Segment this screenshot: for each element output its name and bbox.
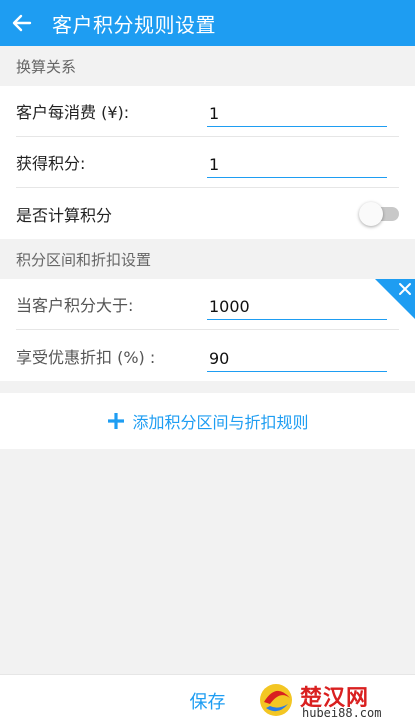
add-rule-button[interactable]: 添加积分区间与折扣规则	[0, 393, 415, 449]
add-rule-label: 添加积分区间与折扣规则	[132, 413, 309, 432]
spend-row: 客户每消费 (¥): 1	[16, 86, 399, 137]
toggle-knob	[359, 202, 383, 226]
discount-section-title: 积分区间和折扣设置	[0, 239, 415, 279]
calc-toggle-row: 是否计算积分	[16, 188, 399, 239]
app-header: 客户积分规则设置	[0, 0, 415, 46]
threshold-row: 当客户积分大于: 1000	[16, 279, 399, 330]
spend-label: 客户每消费 (¥):	[16, 103, 130, 122]
earn-label: 获得积分:	[16, 154, 86, 173]
earn-row: 获得积分: 1	[16, 137, 399, 188]
plus-icon	[106, 411, 126, 431]
arrow-left-icon	[12, 14, 32, 32]
watermark-logo: 楚汉网 hubei88.com	[256, 678, 411, 724]
conversion-section-title: 换算关系	[0, 46, 415, 86]
threshold-label: 当客户积分大于:	[16, 296, 134, 315]
discount-input[interactable]: 90	[207, 346, 387, 372]
save-button[interactable]: 保存	[190, 688, 226, 714]
discount-row: 享受优惠折扣 (%) : 90	[16, 330, 399, 381]
page-title: 客户积分规则设置	[52, 12, 216, 37]
conversion-card: 客户每消费 (¥): 1 获得积分: 1 是否计算积分	[0, 86, 415, 239]
back-button[interactable]	[2, 0, 42, 46]
calc-points-toggle[interactable]	[359, 202, 401, 226]
footer-bar: 保存 楚汉网 hubei88.com	[0, 674, 415, 726]
spend-input[interactable]: 1	[207, 101, 387, 127]
discount-card: 当客户积分大于: 1000 享受优惠折扣 (%) : 90	[0, 279, 415, 381]
discount-label: 享受优惠折扣 (%) :	[16, 347, 156, 367]
close-icon	[399, 283, 411, 295]
watermark-url: hubei88.com	[302, 706, 382, 720]
threshold-input[interactable]: 1000	[207, 294, 387, 320]
earn-input[interactable]: 1	[207, 152, 387, 178]
calc-label: 是否计算积分	[16, 205, 113, 225]
logo-icon	[260, 684, 292, 716]
